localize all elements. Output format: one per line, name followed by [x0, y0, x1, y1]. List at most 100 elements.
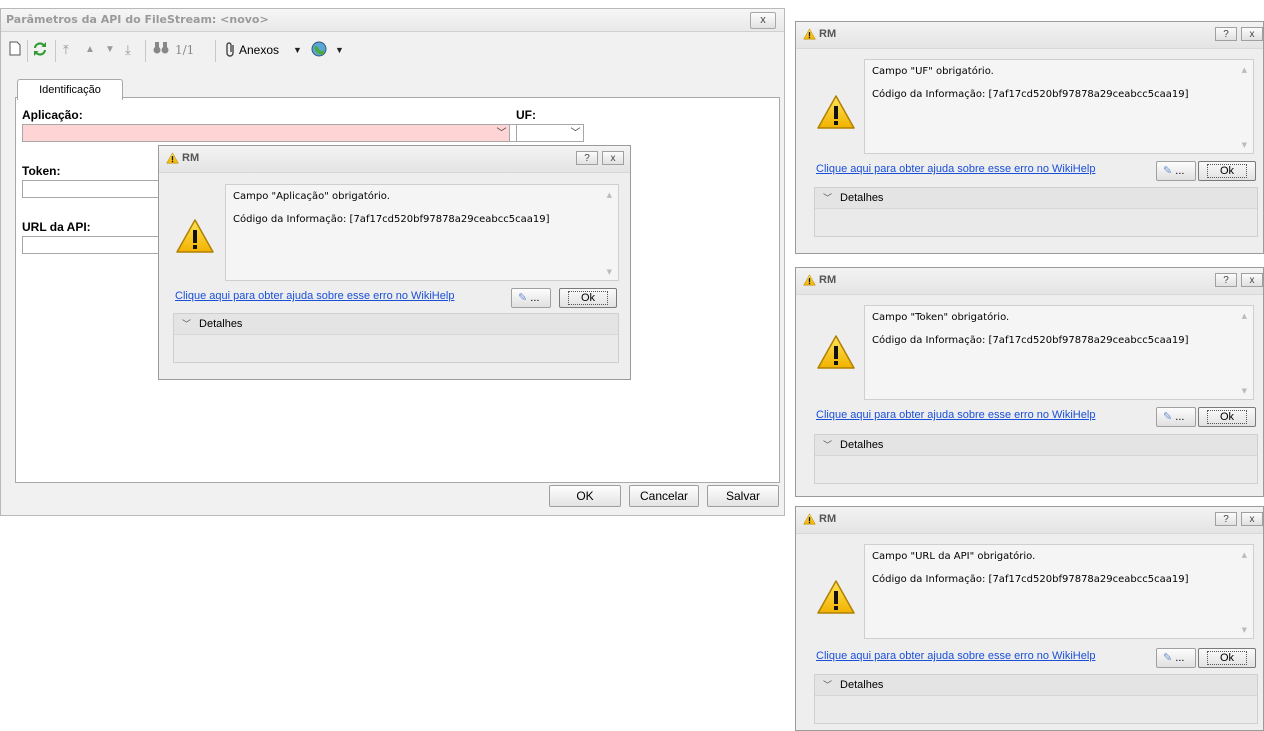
details-panel: ﹀ Detalhes — [814, 674, 1258, 724]
binoculars-icon[interactable] — [153, 41, 169, 59]
token-label: Token: — [22, 164, 61, 178]
warning-icon — [175, 218, 215, 254]
message-box: Campo "Aplicação" obrigatório. Código da… — [225, 184, 619, 281]
error-message: Campo "UF" obrigatório. — [872, 66, 994, 77]
dialog-title-bar: RM ? x — [796, 268, 1263, 295]
wikihelp-link[interactable]: Clique aqui para obter ajuda sobre esse … — [816, 650, 1095, 662]
help-button[interactable]: ? — [1215, 27, 1237, 41]
paperclip-icon[interactable] — [225, 41, 237, 59]
ok-button[interactable]: OK — [549, 485, 621, 507]
details-panel: ﹀ Detalhes — [814, 187, 1258, 237]
wikihelp-button[interactable]: ✎ ... — [1156, 648, 1196, 668]
ok-button[interactable]: Ok — [1198, 161, 1256, 181]
last-record-icon[interactable]: ⤓ — [125, 41, 131, 59]
close-button[interactable]: x — [750, 12, 776, 29]
message-box: Campo "Token" obrigatório. Código da Inf… — [864, 305, 1254, 400]
wikihelp-link[interactable]: Clique aqui para obter ajuda sobre esse … — [816, 409, 1095, 421]
info-code: Código da Informação: [7af17cd520bf97878… — [872, 335, 1189, 346]
error-dialog-token: RM ? x Campo "Token" obrigatório. Código… — [795, 267, 1264, 497]
tab-identificacao[interactable]: Identificação — [17, 79, 123, 100]
attachments-menu[interactable]: Anexos — [239, 41, 279, 59]
wikihelp-button[interactable]: ✎ ... — [1156, 407, 1196, 427]
ok-button[interactable]: Ok — [559, 288, 617, 308]
page-indicator: 1/1 — [175, 43, 195, 57]
scroll-up-icon[interactable]: ▲ — [607, 191, 612, 199]
dialog-title-bar: RM ? x — [796, 22, 1263, 49]
message-box: Campo "UF" obrigatório. Código da Inform… — [864, 59, 1254, 154]
error-dialog-uf: RM ? x Campo "UF" obrigatório. Código da… — [795, 21, 1264, 254]
details-toggle[interactable]: ﹀ Detalhes — [815, 435, 1257, 456]
dialog-title: RM — [182, 152, 200, 164]
warning-icon — [816, 334, 856, 370]
scroll-down-icon[interactable]: ▼ — [1242, 141, 1247, 149]
chevron-down-icon: ﹀ — [823, 440, 833, 450]
scroll-up-icon[interactable]: ▲ — [1242, 312, 1247, 320]
close-button[interactable]: x — [1241, 512, 1263, 526]
warning-icon — [803, 274, 816, 286]
globe-icon[interactable] — [311, 41, 327, 59]
new-document-icon[interactable] — [9, 41, 21, 59]
window-title: Parâmetros da API do FileStream: <novo> — [6, 13, 269, 26]
wand-icon: ✎ — [1163, 411, 1173, 423]
help-dots: ... — [530, 292, 540, 304]
info-code: Código da Informação: [7af17cd520bf97878… — [233, 214, 550, 225]
details-panel: ﹀ Detalhes — [814, 434, 1258, 484]
error-dialog-aplicacao: RM ? x Campo "Aplicação" obrigatório. Có… — [158, 145, 631, 380]
dialog-title-bar: RM ? x — [159, 146, 630, 173]
info-code: Código da Informação: [7af17cd520bf97878… — [872, 89, 1189, 100]
first-record-icon[interactable]: ⤒ — [63, 41, 69, 59]
wikihelp-link[interactable]: Clique aqui para obter ajuda sobre esse … — [175, 290, 454, 302]
next-record-icon[interactable]: ▼ — [105, 41, 115, 59]
scroll-down-icon[interactable]: ▼ — [1242, 626, 1247, 634]
warning-icon — [816, 579, 856, 615]
details-toggle[interactable]: ﹀ Detalhes — [174, 314, 618, 335]
details-panel: ﹀ Detalhes — [173, 313, 619, 363]
cancel-button[interactable]: Cancelar — [629, 485, 699, 507]
chevron-down-icon[interactable]: ▼ — [335, 41, 344, 59]
scroll-down-icon[interactable]: ▼ — [1242, 387, 1247, 395]
error-message: Campo "Token" obrigatório. — [872, 312, 1010, 323]
chevron-down-icon[interactable]: ▼ — [293, 41, 302, 59]
scroll-up-icon[interactable]: ▲ — [1242, 551, 1247, 559]
previous-record-icon[interactable]: ▲ — [85, 41, 95, 59]
dialog-title: RM — [819, 28, 837, 40]
refresh-icon[interactable] — [33, 41, 47, 59]
wikihelp-link[interactable]: Clique aqui para obter ajuda sobre esse … — [816, 163, 1095, 175]
details-toggle[interactable]: ﹀ Detalhes — [815, 188, 1257, 209]
help-button[interactable]: ? — [1215, 273, 1237, 287]
close-button[interactable]: x — [1241, 27, 1263, 41]
close-button[interactable]: x — [602, 151, 624, 165]
details-label: Detalhes — [840, 679, 884, 691]
ok-button[interactable]: Ok — [1198, 407, 1256, 427]
uf-label: UF: — [516, 108, 536, 122]
info-code: Código da Informação: [7af17cd520bf97878… — [872, 574, 1189, 585]
title-bar: Parâmetros da API do FileStream: <novo> … — [1, 9, 784, 32]
close-button[interactable]: x — [1241, 273, 1263, 287]
wikihelp-button[interactable]: ✎ ... — [1156, 161, 1196, 181]
chevron-down-icon[interactable]: ﹀ — [568, 125, 583, 143]
help-dots: ... — [1175, 411, 1185, 423]
toolbar-separator — [55, 40, 56, 62]
aplicacao-field[interactable] — [22, 124, 510, 142]
details-label: Detalhes — [840, 192, 884, 204]
error-message: Campo "URL da API" obrigatório. — [872, 551, 1036, 562]
chevron-down-icon[interactable]: ﹀ — [494, 125, 509, 143]
dialog-title: RM — [819, 513, 837, 525]
ok-button[interactable]: Ok — [1198, 648, 1256, 668]
warning-icon — [816, 94, 856, 130]
error-dialog-url: RM ? x Campo "URL da API" obrigatório. C… — [795, 506, 1264, 731]
warning-icon — [803, 28, 816, 40]
details-toggle[interactable]: ﹀ Detalhes — [815, 675, 1257, 696]
save-button[interactable]: Salvar — [707, 485, 779, 507]
wikihelp-button[interactable]: ✎ ... — [511, 288, 551, 308]
url-label: URL da API: — [22, 220, 91, 234]
aplicacao-label: Aplicação: — [22, 108, 83, 122]
scroll-up-icon[interactable]: ▲ — [1242, 66, 1247, 74]
ok-label: Ok — [1206, 164, 1248, 178]
details-label: Detalhes — [199, 318, 243, 330]
help-dots: ... — [1175, 165, 1185, 177]
chevron-down-icon: ﹀ — [182, 319, 192, 329]
help-button[interactable]: ? — [1215, 512, 1237, 526]
help-button[interactable]: ? — [576, 151, 598, 165]
scroll-down-icon[interactable]: ▼ — [607, 268, 612, 276]
